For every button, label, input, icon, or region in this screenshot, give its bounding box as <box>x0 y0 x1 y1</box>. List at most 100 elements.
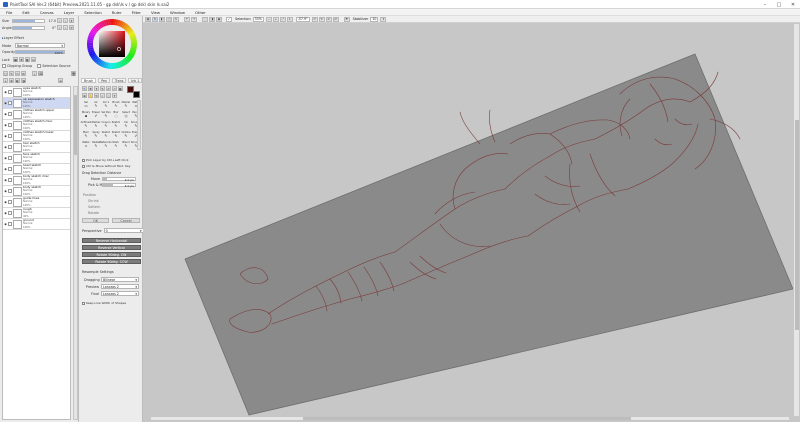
zoom-in-icon[interactable]: + <box>272 16 279 22</box>
menu-canvas[interactable]: Canvas <box>40 10 54 15</box>
rotation-input[interactable]: -57.9° <box>295 16 310 22</box>
sattern-option[interactable]: Sattern <box>88 205 100 209</box>
layer-select-checkbox[interactable] <box>8 101 12 105</box>
tool-item[interactable]: Dark ✎ <box>111 141 121 151</box>
apply-mask-icon[interactable]: ◑ <box>21 78 26 83</box>
ctrl-move-checkbox[interactable] <box>82 164 85 168</box>
selection-source-checkbox[interactable] <box>37 64 42 68</box>
layer-effect-row[interactable]: ▸ Layer Effect <box>2 36 24 40</box>
tool-item[interactable]: Blend ✎ <box>121 141 131 151</box>
layer-row[interactable]: ◉ ground Normal 100% <box>3 219 70 230</box>
undo-icon[interactable]: ↶ <box>184 16 190 22</box>
mirror-icon[interactable]: ⇄ <box>332 16 339 22</box>
mode-select[interactable]: Normal ▾ <box>15 43 65 48</box>
tool-item[interactable]: Ink 1 ✎ <box>101 101 111 111</box>
angle-increase-icon[interactable]: › <box>63 25 68 30</box>
canvas-drawing[interactable] <box>150 24 793 416</box>
menu-ruler[interactable]: Ruler <box>112 10 122 15</box>
position-option[interactable]: Position <box>83 193 96 197</box>
layer-select-checkbox[interactable] <box>8 167 12 171</box>
lock-move-icon[interactable]: ✥ <box>19 57 24 62</box>
magic-wand-icon[interactable]: ✦ <box>94 86 99 91</box>
layer-select-checkbox[interactable] <box>8 123 12 127</box>
zoom-input[interactable]: 33% <box>252 16 264 22</box>
tool-item[interactable]: Marker ✎ <box>121 101 131 111</box>
brush-angle-slider[interactable] <box>12 25 45 30</box>
tool-item[interactable]: Marc ✎ <box>81 131 91 141</box>
menu-file[interactable]: File <box>6 10 12 15</box>
menu-selection[interactable]: Selection <box>84 10 102 15</box>
layer-list-scroll-thumb[interactable] <box>74 95 77 155</box>
layer-row[interactable]: ◉ face sketch Normal 100% <box>3 153 70 164</box>
rotate-cw-button[interactable]: Rotate 90deg. CW <box>82 252 141 257</box>
size-options-icon[interactable]: ▾ <box>69 18 74 23</box>
layer-row[interactable]: ◉ clothes sketch misc Normal 100% <box>3 120 70 131</box>
delete-layer-icon[interactable]: 🗑 <box>71 71 76 76</box>
tool-item[interactable]: Marker ✎ <box>91 121 101 131</box>
layer-row-selected[interactable]: ◉ up expression sketch Normal 100% <box>3 98 70 109</box>
tool-item[interactable]: Water ≈ <box>81 141 91 151</box>
zoom-fit-icon[interactable]: ⤢ <box>279 16 286 22</box>
rotate-icon[interactable]: ↻ <box>94 93 99 98</box>
tool-item[interactable]: Spray ✎ <box>91 131 101 141</box>
close-button[interactable]: ✕ <box>786 0 800 9</box>
size-decrease-icon[interactable]: ‹ <box>57 18 62 23</box>
dragging-select[interactable]: Bilinear ▾ <box>101 277 139 282</box>
tool-item[interactable]: Eraser ✐ <box>91 111 101 121</box>
stabilizer-dropdown-icon[interactable]: ▾ <box>380 16 387 22</box>
new-layer-icon[interactable]: ▢ <box>3 71 8 76</box>
view-icon[interactable]: ◫ <box>166 16 172 22</box>
layer-select-checkbox[interactable] <box>8 156 12 160</box>
layer-row[interactable]: ◉ clothes sketch upper Normal 100% <box>3 109 70 120</box>
reverse-vertical-button[interactable]: Reverse Vertical <box>82 245 141 250</box>
layer-menu-icon[interactable]: ≡ <box>58 78 63 83</box>
size-increase-icon[interactable]: › <box>63 18 68 23</box>
pen-mode-icon[interactable]: ✎ <box>152 16 158 22</box>
canvas-horizontal-scroll-thumb[interactable] <box>303 417 631 420</box>
layer-row[interactable]: ◉ head sketch Normal 100% <box>3 164 70 175</box>
layer-row[interactable]: ◉ body sketch Normal 100% <box>3 186 70 197</box>
menu-edit[interactable]: Edit <box>22 10 29 15</box>
stabilizer-input[interactable]: 10 <box>370 16 379 22</box>
tool-item[interactable]: Sketch ✎ <box>111 121 121 131</box>
perspective-select[interactable]: 0 ▾ <box>103 228 144 233</box>
hand-icon[interactable]: ✋ <box>88 93 93 98</box>
layer-select-checkbox[interactable] <box>8 211 12 215</box>
tool-item[interactable]: AirBrush ✎ <box>81 121 92 131</box>
grid-icon[interactable]: ▦ <box>145 16 151 22</box>
layer-row[interactable]: ◉ eyes sketch Normal 100% <box>3 87 70 98</box>
shrink-option[interactable]: Shrink <box>88 199 99 203</box>
deselect-icon[interactable]: ⬚ <box>202 16 208 22</box>
zoom-out-icon[interactable]: − <box>265 16 272 22</box>
lasso-icon[interactable]: ◌ <box>106 93 111 98</box>
layer-select-checkbox[interactable] <box>8 178 12 182</box>
layer-row[interactable]: ◉ clothes sketch lower Normal 100% <box>3 131 70 142</box>
tab-brush[interactable]: Brush <box>81 78 97 83</box>
brush-icon[interactable]: ✐ <box>106 86 111 91</box>
menu-view[interactable]: View <box>151 10 160 15</box>
tool-item[interactable]: Ink ✎ <box>121 121 131 131</box>
select-arrow-icon[interactable]: ↖ <box>82 86 87 91</box>
duplicate-icon[interactable]: ⧉ <box>21 71 26 76</box>
redo-icon[interactable]: ↷ <box>191 16 197 22</box>
clipping-checkbox[interactable] <box>2 64 6 68</box>
rotate-reset-icon[interactable]: ⊘ <box>325 16 332 22</box>
layer-select-checkbox[interactable] <box>8 189 12 193</box>
angle-reset-icon[interactable]: ↺ <box>69 25 74 30</box>
canvas-paper[interactable] <box>184 53 793 416</box>
pick-move-slider[interactable]: 4.0 px <box>102 183 136 188</box>
tab-ink[interactable]: Ink 1 <box>128 78 143 83</box>
eraser-icon[interactable]: ▱ <box>112 86 117 91</box>
tool-item[interactable]: Sketch ✎ <box>111 131 121 141</box>
lock-all-icon[interactable]: ⊡ <box>31 57 36 62</box>
tool-item[interactable]: Crayon ✎ <box>101 121 111 131</box>
pick-layer-checkbox[interactable] <box>82 158 85 162</box>
tool-grid-scrollbar[interactable] <box>137 100 141 150</box>
invert-selection-icon[interactable]: ◨ <box>209 16 215 22</box>
menu-other[interactable]: Other <box>195 10 206 15</box>
move-distance-slider[interactable]: 4.0 px <box>102 177 136 182</box>
selection-checkbox[interactable]: ✓ <box>226 16 232 22</box>
tool-item[interactable]: Binary ▪ <box>81 111 91 121</box>
layer-select-checkbox[interactable] <box>8 112 12 116</box>
layer-select-checkbox[interactable] <box>8 200 12 204</box>
